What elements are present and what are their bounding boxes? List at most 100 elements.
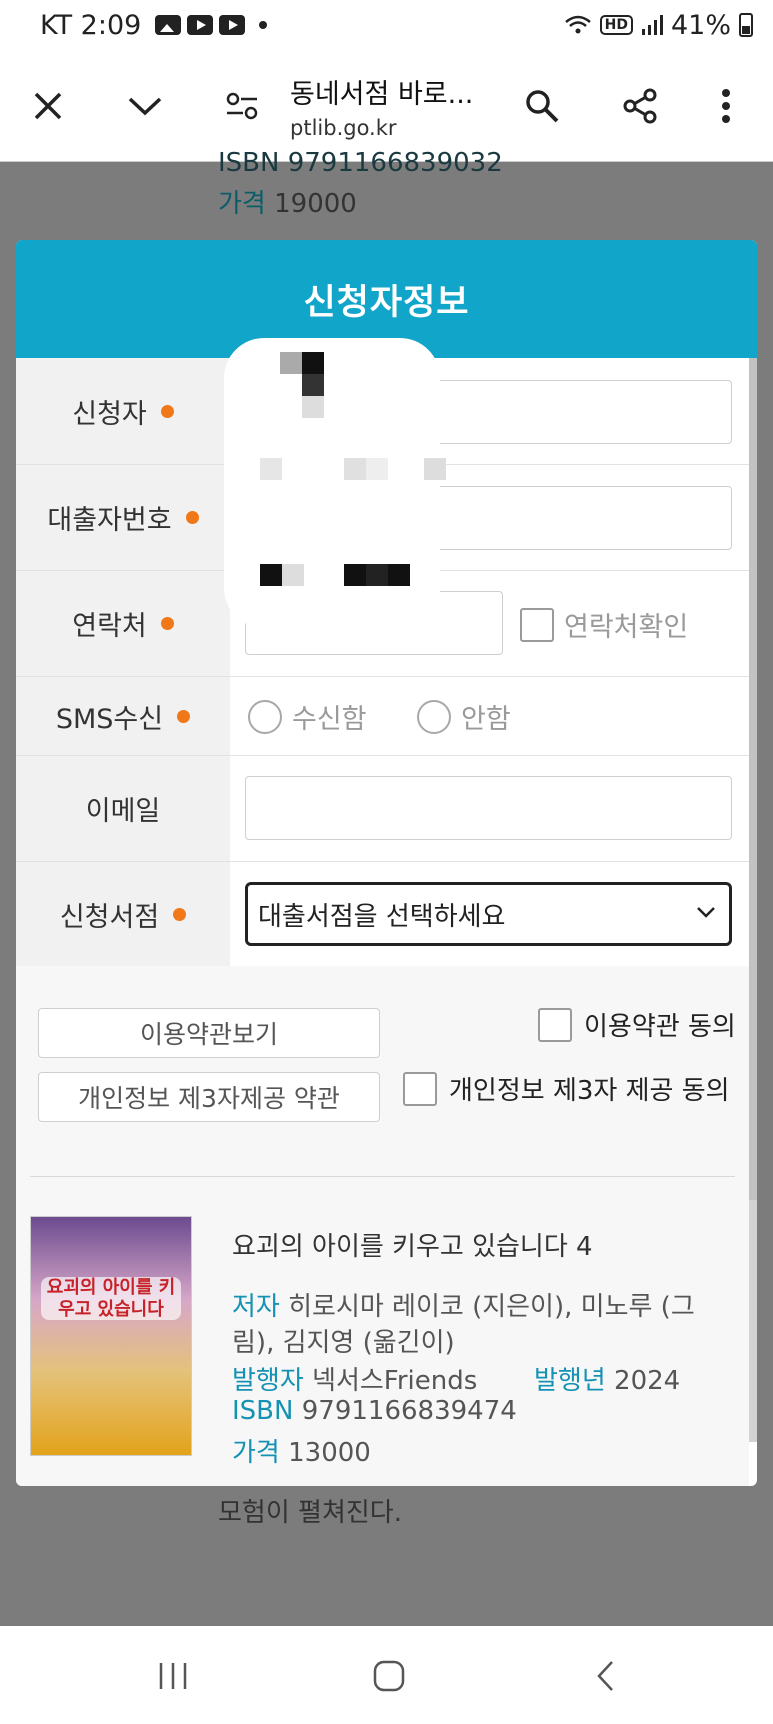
hd-voice-icon: HD [599,15,633,35]
radio-icon [417,699,451,734]
applicant-info-modal: 신청자정보 신청자 대출자번호 연락처 연락처확인 SMS수신 수신함 안함 이… [16,240,757,1486]
more-notifications-dot-icon [259,21,268,29]
book-cover-image: 요괴의 아이를 키우고 있습니다 [30,1216,192,1456]
required-dot-icon [160,404,174,418]
page-title: 동네서점 바로... [290,79,474,110]
home-icon [373,1660,405,1692]
store-select-value: 대출서점을 선택하세요 [258,901,506,932]
required-dot-icon [177,709,191,723]
system-navigation-bar [0,1626,773,1724]
youtube-notification-icon [187,15,214,35]
background-description: 모험이 펼쳐진다. [218,1498,402,1528]
email-row: 이메일 [16,756,749,862]
contact-label-cell: 연락처 [16,571,230,676]
more-menu-button[interactable] [698,78,754,134]
isbn-value: 9791166839474 [301,1396,517,1426]
site-settings-icon [226,92,258,120]
book-item: 요괴의 아이를 키우고 있습니다 요괴의 아이를 키우고 있습니다 4 저자 히… [16,1176,749,1486]
back-icon [597,1661,613,1691]
background-price-value: 19000 [274,189,357,219]
price-label: 가격 [232,1438,280,1468]
radio-icon [248,699,282,734]
back-button[interactable] [580,1654,630,1698]
signal-icon [641,15,663,35]
carrier-time: KT 2:09 [40,9,142,41]
agree-privacy-label: 개인정보 제3자 제공 동의 [449,1076,730,1106]
close-icon [34,92,62,120]
sms-label: SMS수신 [55,703,164,735]
required-dot-icon [185,511,199,524]
book-price: 가격 13000 [232,1432,371,1469]
sms-yes-label: 수신함 [292,704,367,735]
author-label: 저자 [232,1292,280,1322]
wifi-icon [564,15,591,34]
required-dot-icon [173,907,187,921]
price-value: 13000 [288,1438,371,1468]
youtube-notification-icon-2 [219,15,246,35]
terms-section: 이용약관보기 개인정보 제3자제공 약관 이용약관 동의 개인정보 제3자 제공… [16,966,749,1176]
book-year: 발행년 2024 [534,1360,680,1397]
email-input[interactable] [245,776,732,840]
chevron-down-icon [697,907,715,918]
required-dot-icon [160,617,174,630]
scrollbar-thumb[interactable] [749,358,757,1200]
site-settings-button[interactable] [214,78,270,134]
divider [30,1176,735,1177]
store-select[interactable]: 대출서점을 선택하세요 [245,882,732,946]
close-button[interactable] [20,78,76,134]
view-terms-button[interactable]: 이용약관보기 [38,1008,380,1058]
borrower-number-label: 대출자번호 [47,505,172,536]
agree-terms-checkbox[interactable]: 이용약관 동의 [538,1006,736,1043]
share-button[interactable] [612,78,668,134]
book-cover-text: 요괴의 아이를 키우고 있습니다 [41,1277,181,1321]
book-title: 요괴의 아이를 키우고 있습니다 4 [232,1232,593,1262]
home-button[interactable] [364,1654,414,1698]
email-label: 이메일 [85,796,161,827]
sms-label-cell: SMS수신 [16,677,230,755]
isbn-label: ISBN [232,1396,294,1426]
gallery-notification-icon [155,15,182,35]
chevron-down-icon [128,97,162,116]
author-value: 히로시마 레이코 (지은이), 미노루 (그 [288,1292,695,1322]
privacy-terms-button[interactable]: 개인정보 제3자제공 약관 [38,1072,380,1122]
status-bar: KT 2:09 HD 41% [0,0,773,50]
book-publisher: 발행자 넥서스Friends [232,1360,477,1397]
recent-apps-icon [159,1663,187,1689]
email-label-cell: 이메일 [16,756,230,861]
minimize-button[interactable] [117,78,173,134]
modal-scrollbar[interactable] [749,358,757,1442]
background-isbn: ISBN 9791166839032 [218,148,503,178]
applicant-label: 신청자 [72,398,147,430]
more-vertical-icon [722,89,730,123]
browser-toolbar: 동네서점 바로... ptlib.go.kr [0,50,773,162]
year-value: 2024 [614,1366,681,1396]
battery-icon [739,13,753,37]
book-isbn: ISBN 9791166839474 [232,1396,517,1426]
agree-terms-label: 이용약관 동의 [584,1012,736,1042]
share-icon [623,88,657,124]
contact-label: 연락처 [72,611,147,642]
store-label: 신청서점 [59,901,160,933]
contact-confirm-label: 연락처확인 [564,612,689,643]
sms-row: SMS수신 수신함 안함 [16,677,749,756]
sms-no-radio[interactable]: 안함 [417,697,511,736]
battery-percent: 41% [670,9,731,41]
search-button[interactable] [514,78,570,134]
checkbox-icon [538,1007,572,1042]
agree-privacy-checkbox[interactable]: 개인정보 제3자 제공 동의 [403,1070,730,1107]
contact-confirm-checkbox[interactable]: 연락처확인 [520,605,688,644]
publisher-value: 넥서스Friends [312,1366,478,1396]
book-author: 저자 히로시마 레이코 (지은이), 미노루 (그 [232,1286,695,1323]
book-author-continued: 림), 김지영 (옮긴이) [232,1328,455,1358]
sms-yes-radio[interactable]: 수신함 [248,697,367,736]
applicant-label-cell: 신청자 [16,358,230,464]
checkbox-icon [403,1071,437,1106]
year-label: 발행년 [534,1366,606,1396]
recent-apps-button[interactable] [148,1654,198,1698]
store-label-cell: 신청서점 [16,862,230,966]
background-price: 가격 19000 [218,183,357,220]
store-row: 신청서점 대출서점을 선택하세요 [16,862,749,966]
publisher-label: 발행자 [232,1366,304,1396]
page-url: ptlib.go.kr [290,116,397,140]
sms-no-label: 안함 [461,704,511,735]
